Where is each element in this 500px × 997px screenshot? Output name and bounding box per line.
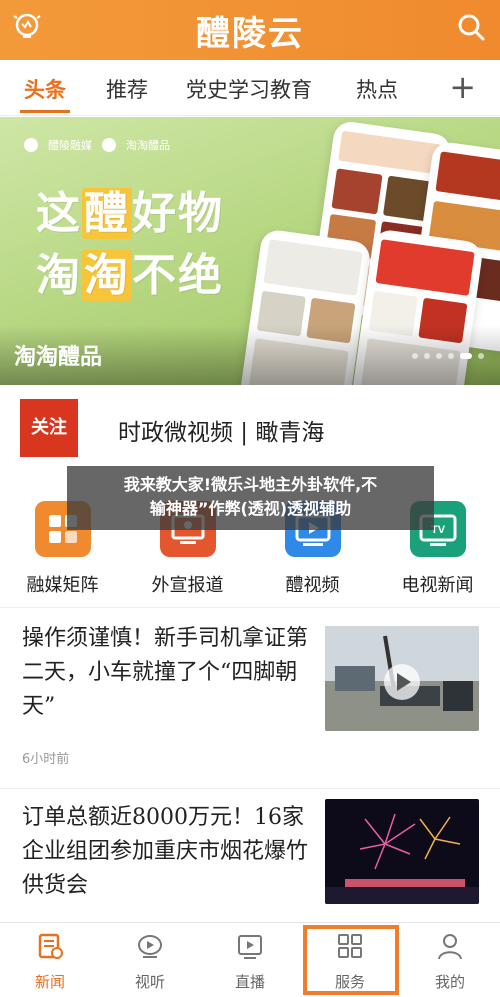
nav-live[interactable]: 直播 [200,931,300,992]
app-header: 醴陵云 [0,0,500,60]
news-title[interactable]: 操作须谨慎！新手司机拿证第二天，小车就撞了个“四脚朝天” [22,622,312,724]
grid-label: 醴视频 [285,575,340,596]
banner-slogan-line2: 淘淘不绝 [36,250,224,301]
grid-label: 电视新闻 [401,575,474,596]
tab-headline[interactable]: 头条 [24,74,66,104]
follow-badge[interactable]: 关注 [20,399,78,457]
news-time: 6小时前 [22,752,70,767]
nav-label: 视听 [134,973,165,991]
news-icon [38,933,63,959]
banner-caption: 淘淘醴品 [14,344,103,370]
promo-banner[interactable]: 醴陵融媒 淘淘醴品 这醴好物 淘淘不绝 淘淘醴品 [0,117,500,385]
brand-name: 醴陵融媒 [48,139,92,152]
nav-label: 新闻 [34,973,65,991]
news-item[interactable]: 操作须谨慎！新手司机拿证第二天，小车就撞了个“四脚朝天” 6小时前 [0,608,500,788]
search-icon[interactable] [456,12,486,42]
tab-recommend[interactable]: 推荐 [106,74,148,104]
channel-tabs: 头条 推荐 党史学习教育 热点 + [0,60,500,116]
live-icon [238,935,262,959]
carousel-dots [412,353,484,359]
brand-logo-icon [24,138,38,152]
follow-topic[interactable]: 时政微视频 | 瞰青海 [118,413,324,447]
brand-name: 淘淘醴品 [126,139,170,152]
banner-brands: 醴陵融媒 淘淘醴品 [24,137,170,153]
brand-logo-icon [102,138,116,152]
grid-label: 融媒矩阵 [26,575,99,596]
nav-label: 直播 [234,973,265,991]
banner-slogan-line1: 这醴好物 [36,188,224,239]
active-tab-indicator [20,110,70,113]
nav-news[interactable]: 新闻 [0,931,100,992]
add-channel-icon[interactable]: + [449,68,476,106]
app-logo: 醴陵云 [196,14,304,54]
overlay-notice: 我来教大家!微乐斗地主外卦软件,不 输神器”作弊(透视)透视辅助 [67,466,434,530]
follow-row[interactable]: 关注 时政微视频 | 瞰青海 [0,385,500,473]
nav-av[interactable]: 视听 [100,931,200,992]
service-highlight-box [303,925,399,995]
profile-icon [438,934,462,960]
news-item[interactable]: 订单总额近8000万元！16家企业组团参加重庆市烟花爆竹供货会 [0,789,500,922]
tab-hot[interactable]: 热点 [356,74,398,104]
tab-party-history[interactable]: 党史学习教育 [186,74,312,104]
bottom-navigation: 新闻 视听 直播 服务 我的 [0,922,500,997]
news-thumbnail[interactable] [325,626,479,731]
av-icon [138,935,162,958]
nav-label: 我的 [434,973,465,991]
grid-label: 外宣报道 [151,575,224,596]
nav-profile[interactable]: 我的 [400,931,500,992]
news-title[interactable]: 订单总额近8000万元！16家企业组团参加重庆市烟花爆竹供货会 [22,801,312,903]
news-thumbnail[interactable] [325,799,479,904]
